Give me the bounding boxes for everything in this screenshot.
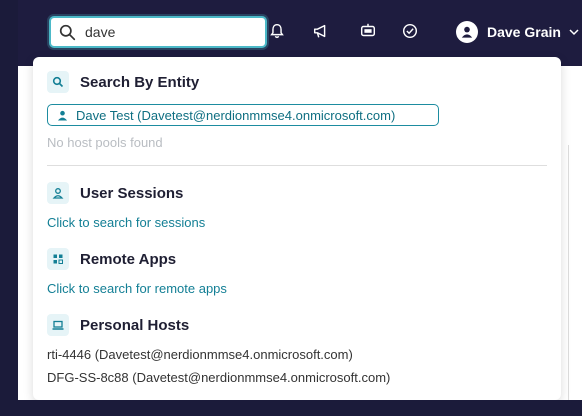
- section-search-by-entity: Search By Entity: [47, 71, 199, 93]
- search-input[interactable]: [85, 24, 245, 40]
- apps-grid-icon: [47, 248, 69, 270]
- entity-chip[interactable]: Dave Test (Davetest@nerdionmmse4.onmicro…: [47, 104, 439, 126]
- divider: [47, 165, 547, 166]
- search-sessions-link[interactable]: Click to search for sessions: [47, 215, 205, 230]
- check-badge-icon[interactable]: [401, 22, 419, 40]
- user-icon: [57, 110, 68, 121]
- search-remote-apps-link[interactable]: Click to search for remote apps: [47, 281, 227, 296]
- user-outline-icon: [47, 182, 69, 204]
- bell-icon[interactable]: [268, 22, 286, 40]
- personal-host-item[interactable]: DFG-SS-8c88 (Davetest@nerdionmmse4.onmic…: [47, 370, 390, 385]
- megaphone-icon[interactable]: [312, 22, 330, 40]
- entity-chip-label: Dave Test (Davetest@nerdionmmse4.onmicro…: [76, 107, 396, 123]
- chevron-down-icon: [569, 29, 579, 36]
- section-title: Remote Apps: [80, 250, 177, 268]
- user-menu[interactable]: Dave Grain: [456, 20, 580, 44]
- search-icon: [47, 71, 69, 93]
- search-icon: [59, 24, 76, 40]
- section-title: Search By Entity: [80, 73, 200, 91]
- laptop-icon: [47, 314, 69, 336]
- app-frame: Dave Grain Search By Entity Dave Test (D…: [0, 0, 582, 416]
- bottom-edge: [0, 400, 582, 416]
- no-host-pools-note: No host pools found: [47, 135, 163, 150]
- section-personal-hosts: Personal Hosts: [47, 314, 189, 336]
- section-title: Personal Hosts: [80, 316, 190, 334]
- avatar-icon: [456, 21, 478, 43]
- scroll-edge: [568, 145, 569, 400]
- section-title: User Sessions: [80, 184, 184, 202]
- search-results-dropdown: Search By Entity Dave Test (Davetest@ner…: [33, 57, 561, 400]
- chat-bot-icon[interactable]: [359, 22, 377, 40]
- section-remote-apps: Remote Apps: [47, 248, 176, 270]
- section-user-sessions: User Sessions: [47, 182, 183, 204]
- user-name: Dave Grain: [487, 24, 561, 40]
- left-edge: [0, 0, 18, 416]
- personal-host-item[interactable]: rti-4446 (Davetest@nerdionmmse4.onmicros…: [47, 347, 353, 362]
- search-box[interactable]: [49, 16, 267, 48]
